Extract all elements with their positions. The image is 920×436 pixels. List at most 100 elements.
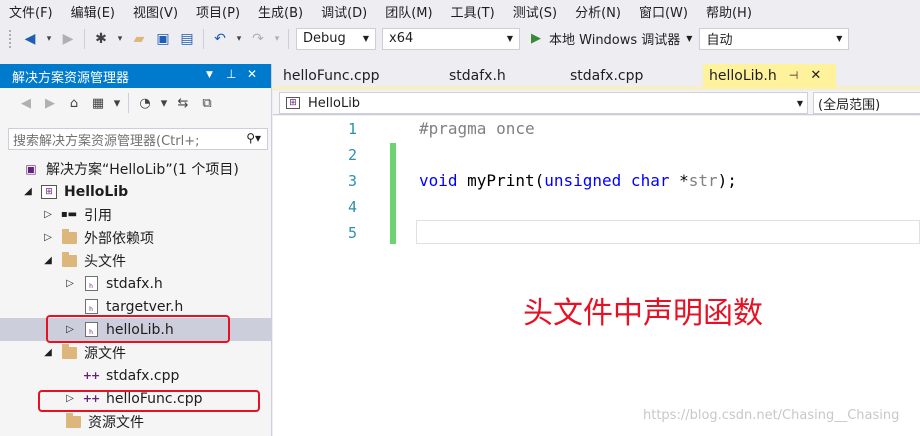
close-icon[interactable]: ✕ bbox=[247, 67, 257, 81]
platform-dropdown[interactable]: x64 ▼ bbox=[382, 27, 520, 50]
undo-icon[interactable]: ↶ bbox=[210, 29, 230, 49]
redo-icon[interactable]: ↷ bbox=[248, 29, 268, 49]
undo-dropdown-icon[interactable]: ▾ bbox=[234, 29, 244, 49]
change-tracking-bar bbox=[390, 143, 396, 244]
menu-debug[interactable]: 调试(D) bbox=[312, 2, 376, 21]
tab-hellolib-h[interactable]: helloLib.h ⊣ ✕ bbox=[703, 64, 836, 87]
save-icon[interactable]: ▣ bbox=[153, 29, 173, 49]
switch-views-icon[interactable]: ▦ bbox=[88, 93, 108, 113]
pin-icon[interactable]: ⊥ bbox=[226, 67, 236, 81]
highlight-box-hellolib-h bbox=[46, 315, 230, 343]
new-project-icon[interactable]: ✱ bbox=[91, 29, 111, 49]
line-number: 5 bbox=[347, 224, 357, 242]
close-icon[interactable]: ✕ bbox=[810, 68, 821, 83]
sync-icon[interactable]: ⇆ bbox=[173, 93, 193, 113]
code-token: ); bbox=[717, 171, 737, 190]
tree-item-label: stdafx.cpp bbox=[106, 367, 180, 384]
start-debugging-button[interactable]: ▶ 本地 Windows 调试器 ▼ bbox=[531, 29, 692, 48]
global-scope-value: (全局范围) bbox=[818, 97, 881, 113]
tree-item-stdafx-h[interactable]: ▷ h stdafx.h bbox=[0, 272, 271, 295]
keyword: void bbox=[419, 171, 458, 190]
forward-icon[interactable]: ▶ bbox=[58, 29, 78, 49]
back-icon[interactable]: ◀ bbox=[20, 29, 40, 49]
parameter-name: str bbox=[688, 171, 718, 190]
menu-window[interactable]: 窗口(W) bbox=[630, 2, 697, 21]
menu-build[interactable]: 生成(B) bbox=[249, 2, 312, 21]
tree-item-label: HelloLib bbox=[64, 183, 129, 200]
project-icon: ⊞ bbox=[284, 95, 302, 111]
toolbar-grip[interactable] bbox=[8, 28, 12, 49]
line-number: 4 bbox=[347, 198, 357, 216]
toolbar-separator bbox=[288, 28, 289, 49]
current-line-highlight bbox=[416, 220, 920, 244]
tab-label: helloLib.h bbox=[709, 67, 777, 84]
search-icon[interactable]: ⚲▾ bbox=[246, 131, 261, 145]
solution-explorer-panel: 解决方案资源管理器 ▼ ⊥ ✕ ◀ ▶ ⌂ ▦ ▾ ◔ ▾ ⇆ ⧉ 搜索解决方案… bbox=[0, 64, 272, 436]
cpp-file-icon: ++ bbox=[82, 369, 100, 382]
expanded-arrow-icon[interactable]: ◢ bbox=[42, 347, 54, 358]
expanded-arrow-icon[interactable]: ◢ bbox=[42, 255, 54, 266]
tab-hellofunc-cpp[interactable]: helloFunc.cpp bbox=[283, 64, 379, 87]
navigation-bar: ⊞ HelloLib ▼ (全局范围) bbox=[273, 91, 920, 115]
expanded-arrow-icon[interactable]: ◢ bbox=[22, 186, 34, 197]
collapsed-arrow-icon[interactable]: ▷ bbox=[42, 209, 54, 220]
project-scope-dropdown[interactable]: ⊞ HelloLib ▼ bbox=[279, 92, 808, 114]
solution-config-dropdown[interactable]: Debug ▼ bbox=[296, 27, 376, 50]
home-icon[interactable]: ⌂ bbox=[64, 93, 84, 113]
function-name: myPrint( bbox=[457, 171, 545, 190]
new-project-dropdown-icon[interactable]: ▾ bbox=[115, 29, 125, 49]
folder-icon bbox=[60, 251, 78, 269]
solution-explorer-title: 解决方案资源管理器 bbox=[12, 70, 130, 86]
tree-item-label: stdafx.h bbox=[106, 275, 163, 292]
menu-file[interactable]: 文件(F) bbox=[0, 2, 62, 21]
tree-item-source-files[interactable]: ◢ 源文件 bbox=[0, 341, 271, 364]
external-deps-icon bbox=[60, 228, 78, 246]
menu-team[interactable]: 团队(M) bbox=[376, 2, 441, 21]
tree-item-references[interactable]: ▷ ▪▬ 引用 bbox=[0, 203, 271, 226]
back-dropdown-icon[interactable]: ▾ bbox=[44, 29, 54, 49]
tab-stdafx-cpp[interactable]: stdafx.cpp bbox=[570, 64, 643, 87]
line-number: 1 bbox=[347, 120, 357, 138]
forward-icon[interactable]: ▶ bbox=[40, 93, 60, 113]
collapsed-arrow-icon[interactable]: ▷ bbox=[64, 278, 76, 289]
tree-item-resource-files[interactable]: 资源文件 bbox=[0, 410, 271, 433]
save-all-icon[interactable]: ▤ bbox=[177, 29, 197, 49]
highlight-box-hellofunc-cpp bbox=[38, 390, 260, 412]
tree-item-label: targetver.h bbox=[106, 298, 184, 315]
collapse-all-icon[interactable]: ⧉ bbox=[197, 93, 217, 113]
code-token: * bbox=[669, 171, 689, 190]
toolbar-separator bbox=[84, 28, 85, 49]
solution-explorer-search-input[interactable]: 搜索解决方案资源管理器(Ctrl+; ⚲▾ bbox=[8, 128, 268, 150]
filter-dropdown-icon[interactable]: ▾ bbox=[159, 93, 169, 113]
switch-views-dropdown-icon[interactable]: ▾ bbox=[112, 93, 122, 113]
tree-item-header-files[interactable]: ◢ 头文件 bbox=[0, 249, 271, 272]
open-file-icon[interactable]: ▰ bbox=[129, 29, 149, 49]
tree-item-external-deps[interactable]: ▷ 外部依赖项 bbox=[0, 226, 271, 249]
menu-test[interactable]: 测试(S) bbox=[504, 2, 566, 21]
menu-tools[interactable]: 工具(T) bbox=[442, 2, 504, 21]
tab-stdafx-h[interactable]: stdafx.h bbox=[449, 64, 506, 87]
menu-view[interactable]: 视图(V) bbox=[124, 2, 187, 21]
menu-analyze[interactable]: 分析(N) bbox=[566, 2, 630, 21]
menu-help[interactable]: 帮助(H) bbox=[697, 2, 761, 21]
tree-item-label: 引用 bbox=[84, 207, 112, 224]
tree-item-project[interactable]: ◢ ⊞ HelloLib bbox=[0, 180, 271, 203]
redo-dropdown-icon[interactable]: ▾ bbox=[272, 29, 282, 49]
tree-item-label: 头文件 bbox=[84, 253, 126, 270]
menu-edit[interactable]: 编辑(E) bbox=[62, 2, 124, 21]
project-scope-value: HelloLib bbox=[308, 95, 361, 111]
window-position-icon[interactable]: ▼ bbox=[206, 70, 213, 80]
tree-item-stdafx-cpp[interactable]: ++ stdafx.cpp bbox=[0, 364, 271, 387]
collapsed-arrow-icon[interactable]: ▷ bbox=[42, 232, 54, 243]
pin-icon[interactable]: ⊣ bbox=[789, 69, 799, 82]
play-icon: ▶ bbox=[531, 31, 541, 46]
tree-item-label: 源文件 bbox=[84, 345, 126, 362]
pending-changes-filter-icon[interactable]: ◔ bbox=[135, 93, 155, 113]
back-icon[interactable]: ◀ bbox=[16, 93, 36, 113]
global-scope-dropdown[interactable]: (全局范围) bbox=[813, 92, 920, 114]
tree-item-solution[interactable]: ▣ 解决方案“HelloLib”(1 个项目) bbox=[0, 157, 271, 180]
menu-project[interactable]: 项目(P) bbox=[187, 2, 249, 21]
debug-target-dropdown[interactable]: 自动 ▼ bbox=[699, 27, 850, 50]
code-editor[interactable]: 1 2 3 4 5 #pragma once void myPrint(unsi… bbox=[273, 116, 920, 436]
preprocessor-directive: #pragma once bbox=[419, 119, 535, 138]
